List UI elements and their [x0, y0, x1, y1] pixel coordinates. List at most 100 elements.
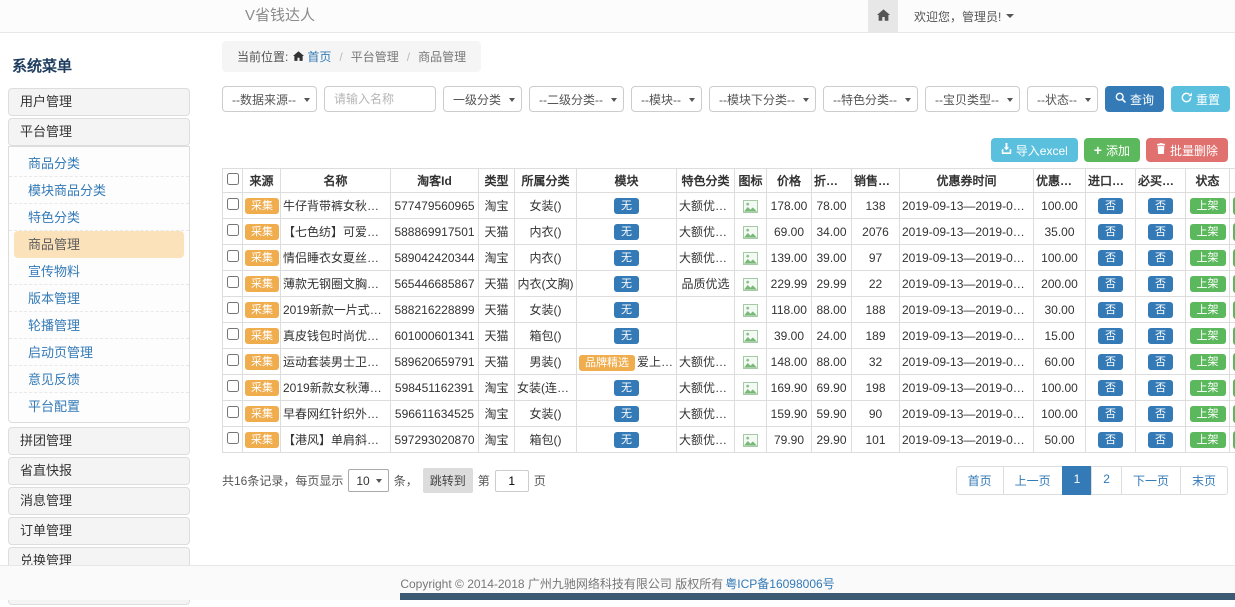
import-excel-button[interactable]: 导入excel [991, 138, 1078, 162]
feature-category-select[interactable]: --特色分类-- [823, 86, 918, 112]
imported-toggle-button[interactable]: 否 [1098, 354, 1123, 370]
module-badge[interactable]: 无 [614, 328, 639, 344]
status-button[interactable]: 上架 [1190, 250, 1226, 266]
must-buy-toggle-button[interactable]: 否 [1148, 276, 1173, 292]
jump-to-page-button[interactable]: 跳转到 [423, 468, 473, 493]
row-checkbox[interactable] [227, 406, 239, 418]
must-buy-toggle-button[interactable]: 否 [1148, 406, 1173, 422]
page-button[interactable]: 末页 [1180, 466, 1228, 495]
status-button[interactable]: 上架 [1190, 432, 1226, 448]
column-header: 折后价 [812, 169, 852, 193]
sidebar-section[interactable]: 订单管理 [8, 517, 190, 545]
sidebar-item[interactable]: 意见反馈 [9, 366, 189, 393]
sidebar-item[interactable]: 商品分类 [9, 150, 189, 177]
name-search-input[interactable] [324, 86, 436, 112]
batch-delete-button[interactable]: 批量删除 [1146, 138, 1228, 162]
status-button[interactable]: 上架 [1190, 276, 1226, 292]
status-select[interactable]: --状态-- [1027, 86, 1098, 112]
row-checkbox[interactable] [227, 380, 239, 392]
coupon-time-cell: 2019-09-13—2019-09-17 [900, 401, 1034, 427]
must-buy-toggle-button[interactable]: 否 [1148, 224, 1173, 240]
item-type-select[interactable]: --宝贝类型-- [925, 86, 1020, 112]
imported-toggle-button[interactable]: 否 [1098, 198, 1123, 214]
module-badge[interactable]: 无 [614, 380, 639, 396]
data-source-select[interactable]: --数据来源-- [222, 86, 317, 112]
row-checkbox[interactable] [227, 198, 239, 210]
must-buy-toggle-button[interactable]: 否 [1148, 198, 1173, 214]
imported-toggle-button[interactable]: 否 [1098, 224, 1123, 240]
module-badge[interactable]: 无 [614, 250, 639, 266]
sidebar-item[interactable]: 特色分类 [9, 204, 189, 231]
per-page-select[interactable]: 10 [348, 469, 388, 492]
row-checkbox[interactable] [227, 276, 239, 288]
module-badge[interactable]: 无 [614, 224, 639, 240]
sidebar-item[interactable]: 启动页管理 [9, 339, 189, 366]
page-button[interactable]: 首页 [956, 466, 1004, 495]
imported-toggle-button[interactable]: 否 [1098, 250, 1123, 266]
sidebar-item[interactable]: 宣传物料 [9, 258, 189, 285]
sidebar-item[interactable]: 商品管理 [14, 231, 184, 258]
sidebar-section[interactable]: 用户管理 [8, 88, 190, 116]
imported-toggle-button[interactable]: 否 [1098, 432, 1123, 448]
sidebar-item[interactable]: 版本管理 [9, 285, 189, 312]
sidebar-section[interactable]: 省直快报 [8, 457, 190, 485]
must-buy-toggle-button[interactable]: 否 [1148, 354, 1173, 370]
sidebar-item[interactable]: 轮播管理 [9, 312, 189, 339]
imported-toggle-button[interactable]: 否 [1098, 276, 1123, 292]
page-button[interactable]: 上一页 [1003, 466, 1063, 495]
module-badge[interactable]: 无 [614, 302, 639, 318]
home-button[interactable] [868, 0, 898, 32]
module-select[interactable]: --模块-- [631, 86, 702, 112]
imported-toggle-button[interactable]: 否 [1098, 302, 1123, 318]
must-buy-toggle-button[interactable]: 否 [1148, 328, 1173, 344]
discount-price-cell: 34.00 [812, 219, 852, 245]
module-badge[interactable]: 无 [614, 198, 639, 214]
sidebar-section[interactable]: 消息管理 [8, 487, 190, 515]
sidebar-item[interactable]: 平台配置 [9, 393, 189, 419]
module-badge[interactable]: 品牌精选 [579, 355, 635, 371]
imported-toggle-button[interactable]: 否 [1098, 380, 1123, 396]
user-menu[interactable]: 欢迎您，管理员! [914, 8, 1014, 25]
page-button[interactable]: 下一页 [1121, 466, 1181, 495]
status-button[interactable]: 上架 [1190, 224, 1226, 240]
must-buy-toggle-button[interactable]: 否 [1148, 380, 1173, 396]
row-checkbox[interactable] [227, 354, 239, 366]
add-button[interactable]: + 添加 [1084, 138, 1140, 162]
category-level1-select[interactable]: 一级分类 [443, 86, 522, 112]
reset-button[interactable]: 重置 [1171, 86, 1230, 112]
category-level2-select[interactable]: --二级分类-- [529, 86, 624, 112]
row-checkbox[interactable] [227, 224, 239, 236]
module-badge[interactable]: 无 [614, 276, 639, 292]
status-button[interactable]: 上架 [1190, 380, 1226, 396]
breadcrumb-home-link[interactable]: 首页 [293, 48, 331, 65]
imported-toggle-button[interactable]: 否 [1098, 328, 1123, 344]
status-button[interactable]: 上架 [1190, 406, 1226, 422]
module-badge[interactable]: 无 [614, 406, 639, 422]
must-buy-cell: 否 [1136, 245, 1186, 271]
sidebar-section[interactable]: 拼团管理 [8, 427, 190, 455]
status-button[interactable]: 上架 [1190, 302, 1226, 318]
icp-link[interactable]: 粤ICP备16098006号 [725, 575, 834, 592]
row-checkbox[interactable] [227, 250, 239, 262]
select-all-checkbox[interactable] [227, 173, 239, 185]
status-button[interactable]: 上架 [1190, 198, 1226, 214]
row-checkbox[interactable] [227, 328, 239, 340]
must-buy-toggle-button[interactable]: 否 [1148, 302, 1173, 318]
module-subcategory-select[interactable]: --模块下分类-- [709, 86, 816, 112]
module-badge[interactable]: 无 [614, 432, 639, 448]
row-checkbox[interactable] [227, 432, 239, 444]
must-buy-toggle-button[interactable]: 否 [1148, 432, 1173, 448]
status-button[interactable]: 上架 [1190, 328, 1226, 344]
sidebar-section[interactable]: 平台管理 [8, 118, 190, 146]
sidebar-item[interactable]: 模块商品分类 [9, 177, 189, 204]
row-checkbox-cell [223, 245, 243, 271]
page-button[interactable]: 2 [1091, 466, 1122, 495]
imported-toggle-button[interactable]: 否 [1098, 406, 1123, 422]
source-badge: 采集 [245, 198, 279, 214]
search-button[interactable]: 查询 [1105, 86, 1164, 112]
must-buy-toggle-button[interactable]: 否 [1148, 250, 1173, 266]
page-number-input[interactable] [495, 470, 529, 492]
status-button[interactable]: 上架 [1190, 354, 1226, 370]
row-checkbox[interactable] [227, 302, 239, 314]
page-button[interactable]: 1 [1062, 466, 1093, 495]
